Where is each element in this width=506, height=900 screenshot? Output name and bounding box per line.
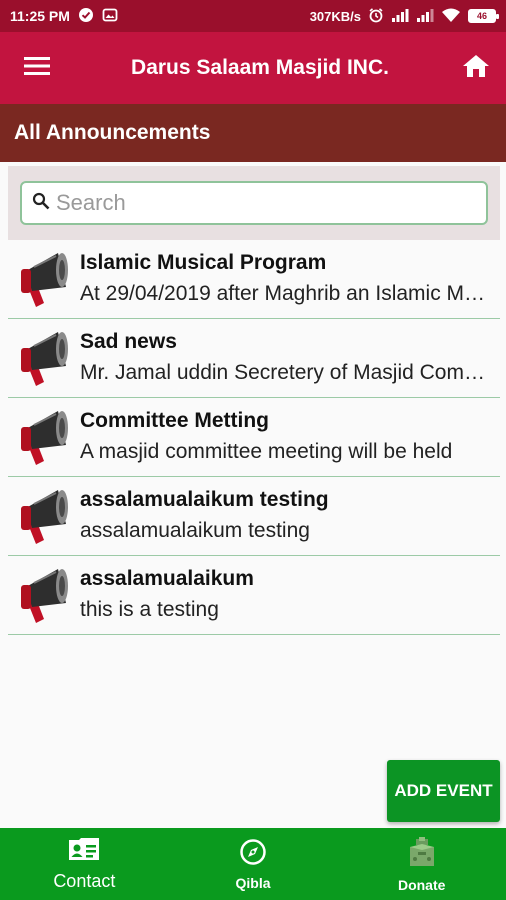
announcement-title: Sad news bbox=[80, 330, 177, 353]
list-item[interactable]: assalamualaikum testing assalamualaikum … bbox=[8, 477, 500, 556]
app-bar: Darus Salaam Masjid INC. bbox=[0, 32, 506, 104]
list-item[interactable]: Sad news Mr. Jamal uddin Secretery of Ma… bbox=[8, 319, 500, 398]
home-icon bbox=[462, 53, 490, 84]
signal-icon-2 bbox=[416, 8, 434, 25]
announcement-description: A masjid committee meeting will be held bbox=[80, 440, 453, 463]
announcement-title: Committee Metting bbox=[80, 409, 269, 432]
compass-icon bbox=[239, 838, 267, 871]
announcement-title: Islamic Musical Program bbox=[80, 251, 327, 274]
home-button[interactable] bbox=[446, 32, 506, 104]
verified-check-icon bbox=[78, 7, 94, 26]
image-notification-icon bbox=[102, 7, 118, 26]
status-time: 11:25 PM bbox=[10, 8, 70, 24]
nav-donate[interactable]: Donate bbox=[337, 828, 506, 900]
alarm-icon bbox=[368, 7, 384, 26]
list-item[interactable]: assalamualaikum this is a testing bbox=[8, 556, 500, 635]
wifi-icon bbox=[441, 7, 461, 26]
list-item[interactable]: Committee Metting A masjid committee mee… bbox=[8, 398, 500, 477]
megaphone-icon bbox=[8, 477, 80, 556]
megaphone-icon bbox=[8, 398, 80, 477]
list-item[interactable]: Islamic Musical Program At 29/04/2019 af… bbox=[8, 240, 500, 319]
section-title: All Announcements bbox=[14, 121, 211, 144]
megaphone-icon bbox=[8, 556, 80, 635]
nav-contact-label: Contact bbox=[53, 871, 116, 891]
status-bar: 11:25 PM 307KB/s 46 bbox=[0, 0, 506, 32]
megaphone-icon bbox=[8, 319, 80, 398]
announcement-description: assalamualaikum testing bbox=[80, 519, 310, 542]
search-container bbox=[8, 166, 500, 240]
bottom-navigation: Contact Qibla Donate bbox=[0, 828, 506, 900]
announcement-title: assalamualaikum testing bbox=[80, 488, 329, 511]
add-event-button[interactable]: ADD EVENT bbox=[387, 760, 500, 822]
announcement-description: this is a testing bbox=[80, 598, 219, 621]
search-box[interactable] bbox=[20, 181, 488, 225]
app-title: Darus Salaam Masjid INC. bbox=[131, 56, 389, 79]
hamburger-menu-icon bbox=[24, 56, 50, 81]
nav-contact[interactable]: Contact bbox=[0, 828, 169, 900]
nav-donate-label: Donate bbox=[397, 876, 446, 893]
search-icon bbox=[32, 192, 50, 215]
megaphone-icon bbox=[8, 240, 80, 319]
announcement-title: assalamualaikum bbox=[80, 567, 254, 590]
network-speed: 307KB/s bbox=[309, 8, 361, 24]
donation-box-icon bbox=[407, 836, 437, 873]
search-input[interactable] bbox=[56, 190, 476, 216]
announcement-description: Mr. Jamal uddin Secretery of Masjid Comm… bbox=[80, 361, 494, 384]
contact-card-icon bbox=[67, 836, 101, 867]
announcement-description: At 29/04/2019 after Maghrib an Islamic M… bbox=[80, 282, 494, 305]
signal-icon bbox=[391, 8, 409, 25]
announcements-list: Islamic Musical Program At 29/04/2019 af… bbox=[8, 240, 500, 635]
menu-button[interactable] bbox=[0, 32, 74, 104]
nav-qibla[interactable]: Qibla bbox=[169, 828, 338, 900]
battery-icon: 46 bbox=[468, 9, 499, 23]
nav-qibla-label: Qibla bbox=[235, 874, 271, 891]
section-header: All Announcements bbox=[0, 104, 506, 162]
